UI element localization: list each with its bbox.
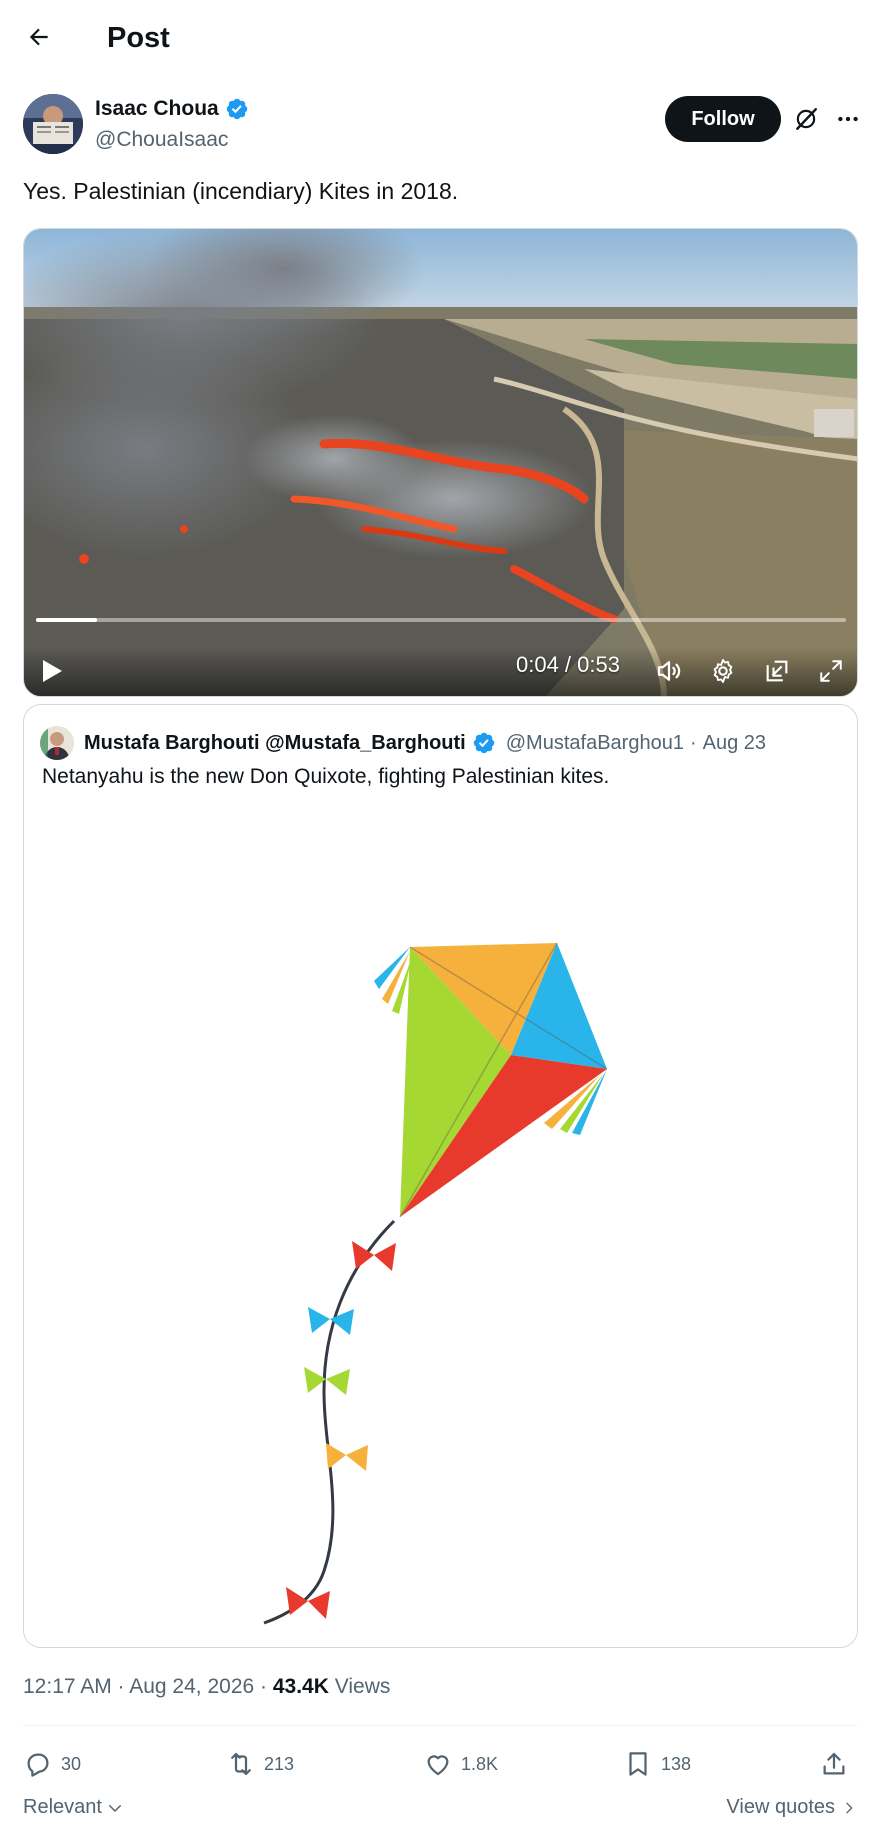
heart-icon xyxy=(427,1755,449,1776)
bookmark-button[interactable]: 138 xyxy=(623,1744,691,1784)
chevron-right-icon xyxy=(846,1802,853,1813)
top-bar: Post xyxy=(0,0,880,78)
quoted-separator: · xyxy=(689,731,697,754)
quoted-date[interactable]: Aug 23 xyxy=(703,732,766,755)
more-horizontal-icon xyxy=(838,116,858,122)
quoted-author-avatar[interactable] xyxy=(40,726,74,760)
reply-icon xyxy=(27,1753,49,1777)
view-quotes-link[interactable]: View quotes xyxy=(726,1796,857,1819)
view-quotes-label: View quotes xyxy=(726,1796,835,1818)
fullscreen-icon xyxy=(820,660,842,682)
reply-button[interactable]: 30 xyxy=(23,1744,81,1784)
play-button[interactable] xyxy=(36,655,68,687)
views-label: Views xyxy=(328,1675,391,1698)
video-controls: 0:04 / 0:53 xyxy=(24,229,857,696)
repost-button[interactable]: 213 xyxy=(226,1744,294,1784)
views-count: 43.4K xyxy=(272,1675,329,1698)
post-text: Yes. Palestinian (incendiary) Kites in 2… xyxy=(23,178,459,204)
chevron-down-icon xyxy=(108,1804,121,1812)
quoted-post[interactable]: Mustafa Barghouti @Mustafa_Barghouti @Mu… xyxy=(23,704,858,1648)
more-options-button[interactable] xyxy=(829,100,867,138)
repost-icon xyxy=(231,1752,251,1776)
volume-icon xyxy=(657,661,681,681)
grok-button[interactable] xyxy=(787,100,825,138)
video-time: 0:04 / 0:53 xyxy=(516,652,620,677)
share-icon xyxy=(823,1752,845,1775)
author-name[interactable]: Isaac Choua xyxy=(95,97,249,121)
kite-illustration xyxy=(24,811,857,1647)
author-handle[interactable]: @ChouaIsaac xyxy=(95,128,228,152)
arrow-left-icon xyxy=(29,28,48,46)
quoted-author-handle[interactable]: @MustafaBarghou1 xyxy=(506,732,684,755)
back-button[interactable] xyxy=(20,18,58,56)
like-count: 1.8K xyxy=(461,1753,499,1774)
video-progress-fill xyxy=(36,618,97,622)
page-title: Post xyxy=(107,22,170,54)
volume-button[interactable] xyxy=(651,653,687,689)
play-icon xyxy=(43,660,62,682)
bookmark-count: 138 xyxy=(661,1753,692,1774)
grok-icon xyxy=(796,108,817,130)
video-progress-bar[interactable] xyxy=(36,618,846,622)
replies-controls: Relevant View quotes xyxy=(23,1792,857,1828)
verified-badge-icon xyxy=(226,98,247,120)
quoted-post-text: Netanyahu is the new Don Quixote, fighti… xyxy=(42,765,610,788)
sort-replies-dropdown[interactable]: Relevant xyxy=(23,1796,124,1819)
gear-icon xyxy=(713,658,733,684)
divider xyxy=(23,1725,857,1726)
verified-badge-icon xyxy=(473,732,494,754)
video-player[interactable]: 0:04 / 0:53 xyxy=(23,228,858,697)
settings-button[interactable] xyxy=(705,653,741,689)
fullscreen-button[interactable] xyxy=(813,653,849,689)
quoted-post-header: Mustafa Barghouti @Mustafa_Barghouti @Mu… xyxy=(40,725,766,761)
repost-count: 213 xyxy=(264,1753,295,1774)
post-timestamp[interactable]: 12:17 AM · Aug 24, 2026 · xyxy=(23,1675,273,1698)
quoted-author-name[interactable]: Mustafa Barghouti @Mustafa_Barghouti xyxy=(84,732,466,755)
like-button[interactable]: 1.8K xyxy=(423,1744,498,1784)
post-meta: 12:17 AM · Aug 24, 2026 · 43.4K Views xyxy=(23,1675,390,1699)
picture-in-picture-icon xyxy=(766,660,788,682)
bookmark-icon xyxy=(629,1752,647,1776)
follow-button[interactable]: Follow xyxy=(665,96,781,142)
sort-label: Relevant xyxy=(23,1796,102,1818)
action-bar: 30 213 1.8K 138 xyxy=(23,1744,857,1784)
reply-count: 30 xyxy=(61,1753,82,1774)
post-author: Isaac Choua @ChouaIsaac Follow xyxy=(23,94,858,158)
author-avatar[interactable] xyxy=(23,94,83,154)
quoted-post-image xyxy=(24,811,857,1647)
share-button[interactable] xyxy=(819,1744,849,1784)
pip-button[interactable] xyxy=(759,653,795,689)
author-name-text: Isaac Choua xyxy=(95,97,219,120)
